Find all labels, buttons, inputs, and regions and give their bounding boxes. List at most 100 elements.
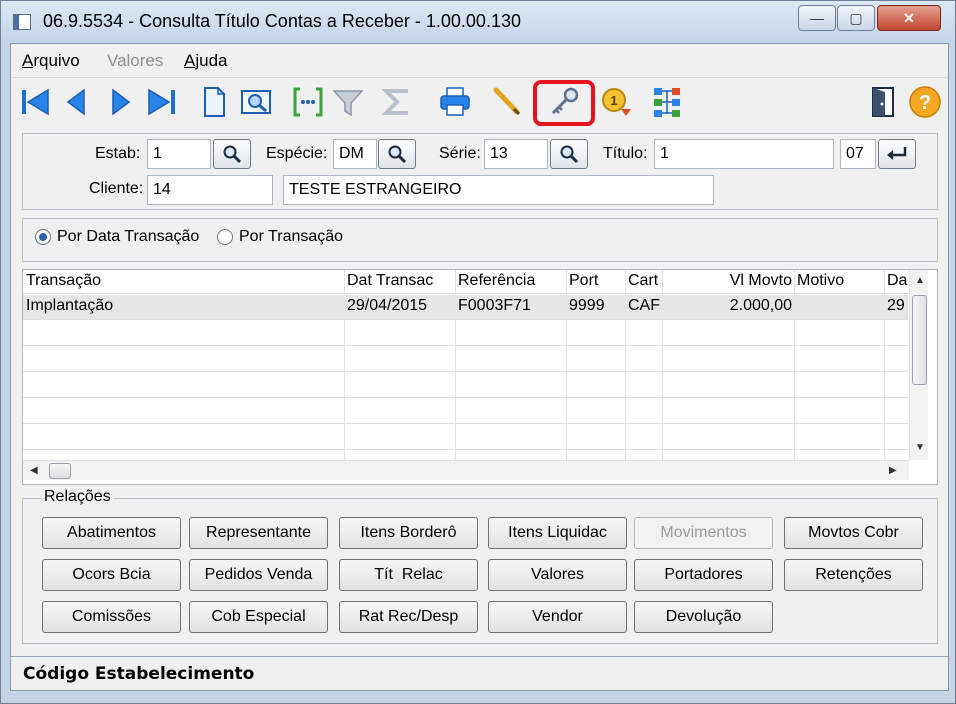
itens-liquidac-button[interactable]: Itens Liquidac: [488, 517, 627, 549]
scroll-up-icon[interactable]: ▲: [915, 275, 925, 286]
toolbar: 1 ?: [11, 77, 948, 127]
table-row-empty[interactable]: [23, 425, 908, 450]
table-row-empty[interactable]: [23, 347, 908, 372]
especie-field[interactable]: DM: [333, 139, 377, 169]
especie-label: Espécie:: [266, 145, 328, 162]
transactions-grid[interactable]: Transação Dat Transac Referência Port Ca…: [22, 269, 938, 485]
document-icon[interactable]: [194, 82, 234, 122]
table-row-empty[interactable]: [23, 373, 908, 398]
movtos-cobr-button[interactable]: Movtos Cobr: [784, 517, 923, 549]
scroll-right-icon[interactable]: ▶: [889, 465, 897, 476]
title-bar[interactable]: 06.9.5534 - Consulta Título Contas a Rec…: [1, 1, 955, 43]
last-record-icon[interactable]: [142, 82, 182, 122]
relacoes-legend: Relações: [41, 488, 114, 506]
next-record-icon[interactable]: [100, 82, 140, 122]
table-row-empty[interactable]: [23, 321, 908, 346]
maximize-button[interactable]: ▢: [837, 5, 875, 31]
column-header[interactable]: Transação: [26, 272, 101, 290]
rat-rec-desp-button[interactable]: Rat Rec/Desp: [339, 601, 478, 633]
especie-search-button[interactable]: [378, 139, 416, 169]
vendor-button[interactable]: Vendor: [488, 601, 627, 633]
retencoes-button[interactable]: Retenções: [784, 559, 923, 591]
estab-label: Estab:: [95, 145, 141, 162]
column-header[interactable]: Motivo: [797, 272, 844, 290]
horizontal-scrollbar[interactable]: ◀ ▶: [23, 460, 909, 480]
column-header[interactable]: Port: [569, 272, 598, 290]
preview-icon[interactable]: [236, 82, 276, 122]
priority-clock-icon[interactable]: 1: [596, 82, 636, 122]
movimentos-button[interactable]: Movimentos: [634, 517, 773, 549]
valores-button[interactable]: Valores: [488, 559, 627, 591]
cell-referencia: F0003F71: [458, 297, 531, 314]
menu-ajuda[interactable]: Ajuda: [184, 51, 227, 71]
minimize-button[interactable]: —: [798, 5, 836, 31]
app-window-icon[interactable]: [13, 14, 31, 30]
sum-icon[interactable]: [377, 82, 417, 122]
scroll-left-icon[interactable]: ◀: [30, 465, 38, 476]
window-title: 06.9.5534 - Consulta Título Contas a Rec…: [43, 11, 521, 31]
table-row[interactable]: Implantação 29/04/2015 F0003F71 9999 CAF…: [23, 295, 908, 320]
parcela-field[interactable]: 07: [840, 139, 876, 169]
serie-label: Série:: [439, 145, 481, 162]
column-header[interactable]: Cart: [628, 272, 658, 290]
horizontal-scroll-thumb[interactable]: [49, 463, 71, 479]
radio-por-transacao[interactable]: Por Transação: [217, 227, 343, 247]
vertical-scrollbar[interactable]: ▲ ▼: [909, 270, 928, 460]
radio-label: Por Transação: [239, 228, 344, 245]
titulo-label: Título:: [603, 145, 648, 162]
estab-field[interactable]: 1: [147, 139, 211, 169]
application-window: 06.9.5534 - Consulta Título Contas a Rec…: [0, 0, 956, 704]
svg-text:?: ?: [919, 92, 931, 114]
menu-valores[interactable]: Valores: [107, 51, 163, 71]
serie-field[interactable]: 13: [484, 139, 548, 169]
titulo-field[interactable]: 1: [654, 139, 834, 169]
vertical-scroll-thumb[interactable]: [912, 295, 927, 385]
pedidos-venda-button[interactable]: Pedidos Venda: [189, 559, 328, 591]
radio-por-data-transacao[interactable]: Por Data Transação: [35, 227, 199, 247]
cob-especial-button[interactable]: Cob Especial: [189, 601, 328, 633]
portadores-button[interactable]: Portadores: [634, 559, 773, 591]
cliente-label: Cliente:: [89, 180, 144, 197]
column-header[interactable]: Da: [887, 272, 907, 290]
devolucao-button[interactable]: Devolução: [634, 601, 773, 633]
itens-bordero-button[interactable]: Itens Borderô: [339, 517, 478, 549]
magnifier-icon: [223, 145, 242, 164]
window-client-area: Arquivo Valores Ajuda 1 ? Estab: 1 Espéc…: [10, 43, 949, 691]
previous-record-icon[interactable]: [57, 82, 97, 122]
key-icon-highlight: [533, 80, 595, 126]
table-row-empty[interactable]: [23, 399, 908, 424]
hierarchy-icon[interactable]: [647, 82, 687, 122]
first-record-icon[interactable]: [15, 82, 55, 122]
menu-label: Valores: [107, 51, 164, 70]
menu-arquivo[interactable]: Arquivo: [22, 51, 80, 71]
column-header[interactable]: Referência: [458, 272, 535, 290]
menu-bar: Arquivo Valores Ajuda: [11, 44, 948, 76]
cell-vl-movto: 2.000,00: [729, 297, 792, 314]
cliente-code-field[interactable]: 14: [147, 175, 273, 205]
abatimentos-button[interactable]: Abatimentos: [42, 517, 181, 549]
ocors-bcia-button[interactable]: Ocors Bcia: [42, 559, 181, 591]
cell-transacao: Implantação: [26, 297, 114, 314]
estab-search-button[interactable]: [213, 139, 251, 169]
svg-text:1: 1: [610, 93, 617, 108]
comissoes-button[interactable]: Comissões: [42, 601, 181, 633]
scroll-down-icon[interactable]: ▼: [915, 442, 925, 453]
close-button[interactable]: ✕: [877, 5, 941, 31]
print-icon[interactable]: [435, 82, 475, 122]
go-enter-button[interactable]: [878, 139, 916, 169]
tit-relac-button[interactable]: Tít Relac: [339, 559, 478, 591]
goto-icon[interactable]: [288, 82, 328, 122]
exit-door-icon[interactable]: [863, 82, 903, 122]
cell-cart: CAF: [628, 297, 660, 314]
grid-header: Transação Dat Transac Referência Port Ca…: [23, 270, 908, 294]
radio-dot-selected: [35, 229, 51, 245]
filter-icon[interactable]: [328, 82, 368, 122]
representante-button[interactable]: Representante: [189, 517, 328, 549]
status-bar: Código Estabelecimento: [11, 656, 948, 690]
serie-search-button[interactable]: [550, 139, 588, 169]
pencil-icon[interactable]: [487, 82, 527, 122]
column-header[interactable]: Vl Movto: [723, 272, 792, 290]
column-header[interactable]: Dat Transac: [347, 272, 433, 290]
radio-label: Por Data Transação: [57, 228, 200, 245]
help-icon[interactable]: ?: [905, 82, 945, 122]
